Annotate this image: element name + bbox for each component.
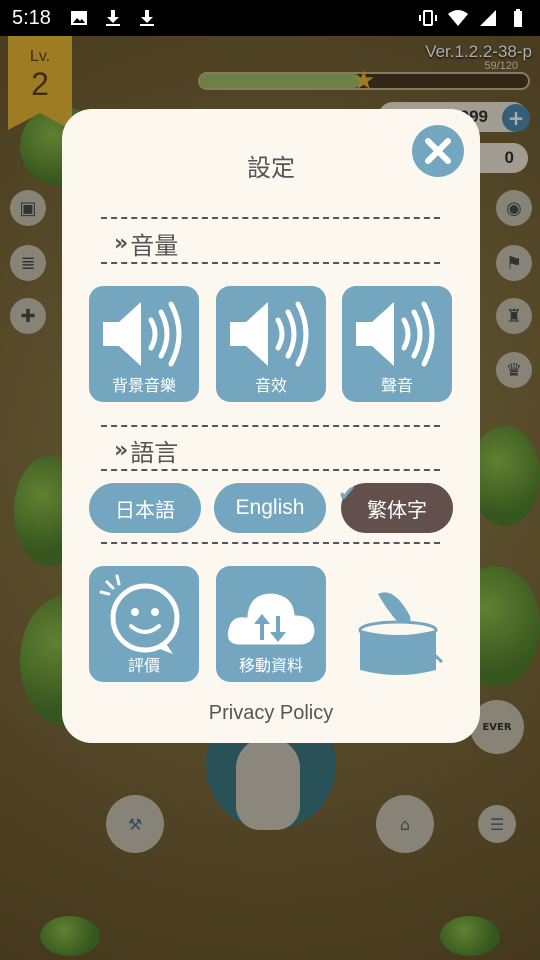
lang-english-label: English	[235, 496, 305, 519]
double-chevron-icon: »	[114, 438, 128, 463]
lang-japanese-label: 日本語	[115, 497, 175, 522]
sfx-toggle-button[interactable]: 音效	[216, 286, 326, 402]
can-feather-button[interactable]	[350, 586, 450, 678]
data-transfer-button[interactable]: 移動資料	[216, 566, 326, 682]
lang-japanese-button[interactable]: 日本語	[89, 483, 201, 533]
bgm-label: 背景音樂	[111, 376, 176, 395]
wifi-icon	[448, 10, 468, 26]
speaker-icon	[103, 301, 182, 367]
voice-toggle-button[interactable]: 聲音	[342, 286, 452, 402]
language-section-label: 語言	[130, 439, 179, 467]
checkmark-icon: ✔	[338, 482, 357, 507]
volume-section-header: » 音量	[114, 226, 178, 261]
smile-chat-icon	[99, 574, 180, 654]
double-chevron-icon: »	[114, 231, 128, 256]
download-icon	[105, 10, 120, 26]
language-section-header: » 語言	[114, 433, 178, 468]
status-bar: 5:18	[0, 0, 540, 36]
voice-label: 聲音	[380, 376, 413, 395]
lang-traditional-chinese-button[interactable]: 繁体字	[341, 483, 453, 533]
divider	[101, 217, 440, 219]
download-icon	[139, 10, 154, 26]
lang-english-button[interactable]: English	[214, 483, 326, 533]
sfx-label: 音效	[254, 376, 287, 395]
speaker-icon	[356, 301, 435, 367]
status-time: 5:18	[12, 6, 51, 29]
divider	[101, 425, 440, 427]
volume-section-label: 音量	[130, 232, 179, 260]
divider	[101, 262, 440, 264]
battery-icon	[514, 9, 522, 27]
data-transfer-label: 移動資料	[238, 656, 303, 675]
cloud-sync-icon	[224, 590, 318, 648]
signal-icon	[480, 10, 496, 26]
dialog-title: 設定	[247, 154, 295, 182]
bgm-toggle-button[interactable]: 背景音樂	[89, 286, 199, 402]
rate-button[interactable]: 評價	[89, 566, 199, 682]
vibrate-icon	[419, 10, 437, 26]
image-icon	[70, 11, 87, 25]
lang-traditional-chinese-label: 繁体字	[367, 497, 427, 522]
divider	[101, 542, 440, 544]
rate-label: 評價	[127, 656, 160, 675]
can-feather-icon	[358, 592, 444, 675]
divider	[101, 469, 440, 471]
speaker-icon	[230, 301, 309, 367]
privacy-policy-link[interactable]: Privacy Policy	[62, 702, 480, 725]
